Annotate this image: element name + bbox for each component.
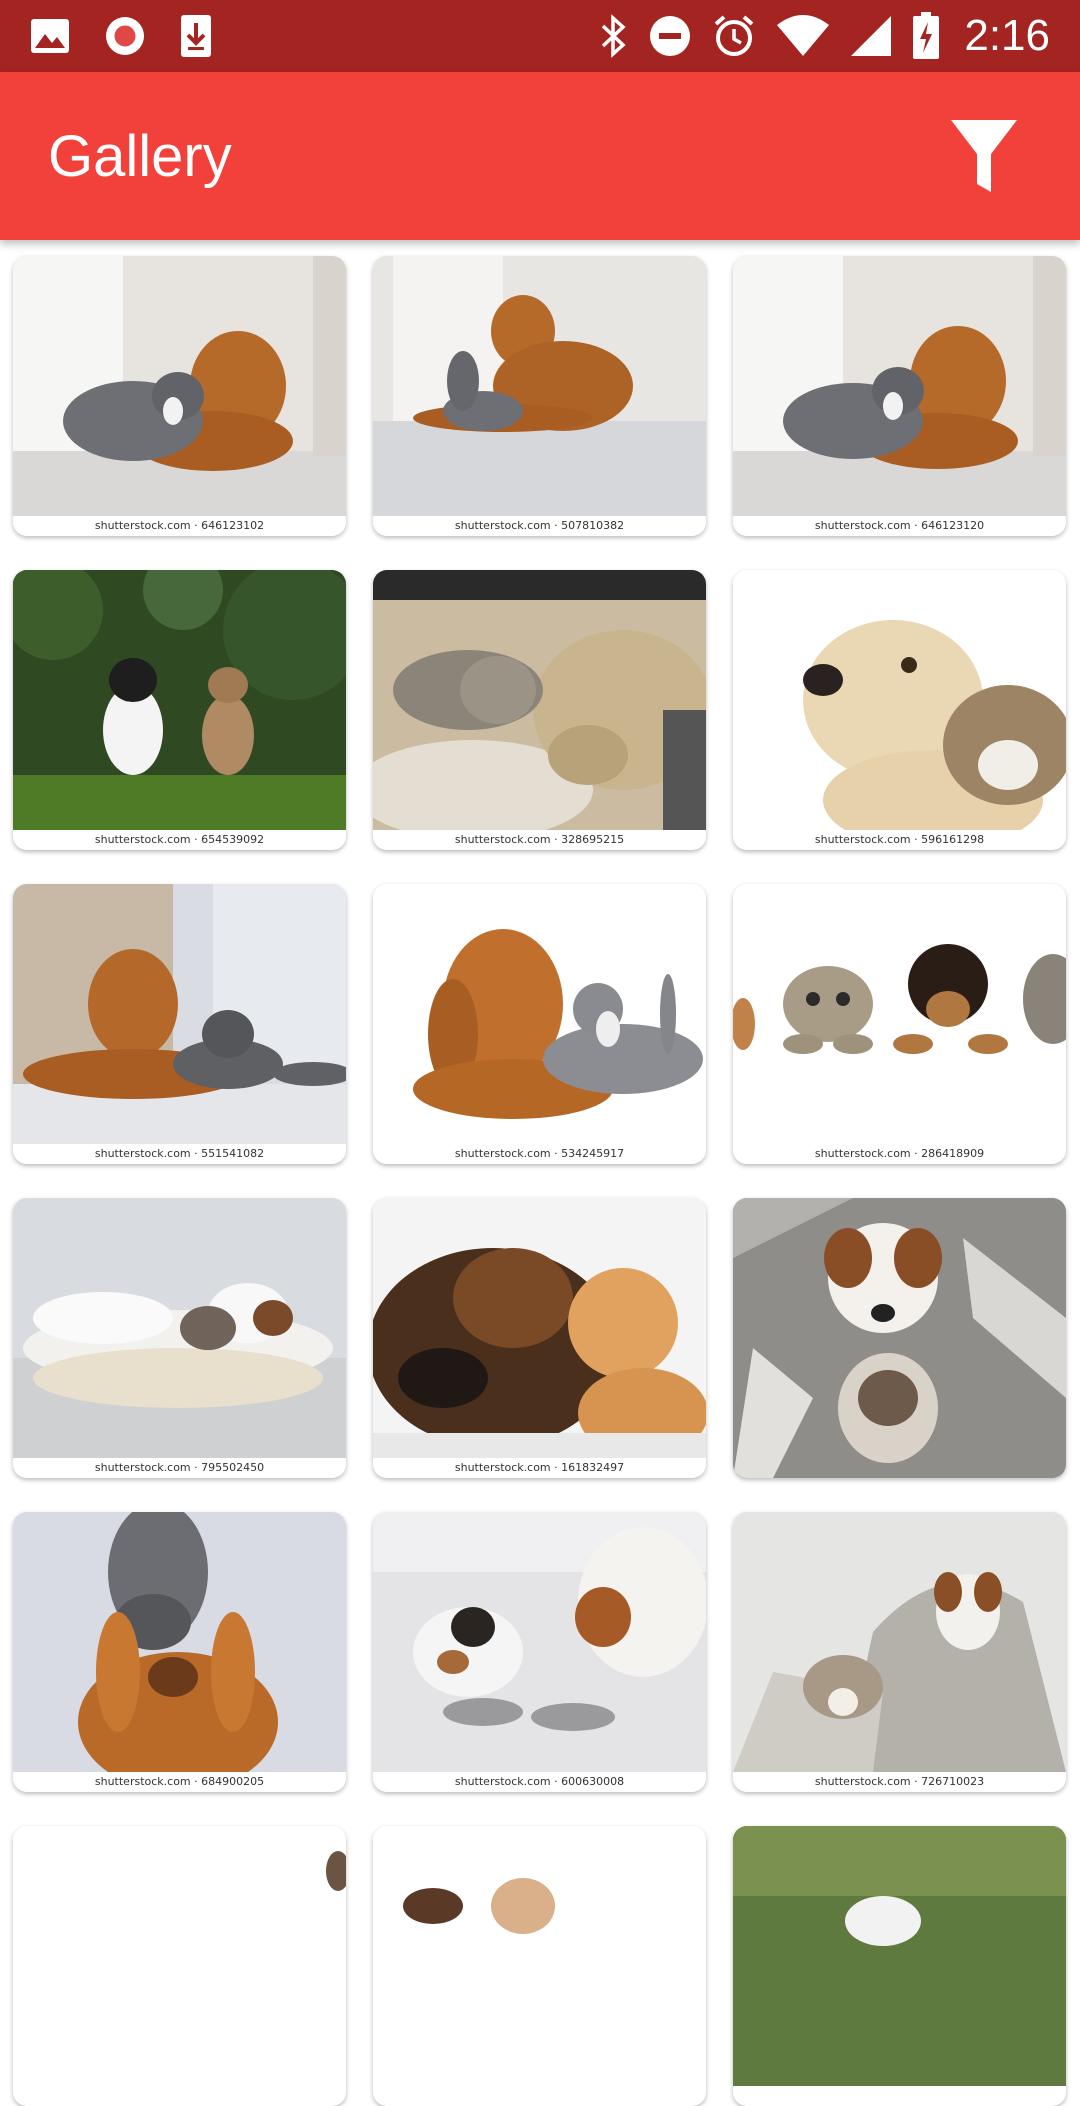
photo-caption: shutterstock.com · 646123102 (13, 516, 346, 536)
photo-thumbnail (733, 1512, 1066, 1772)
gallery-item[interactable]: shutterstock.com · 596161298 (733, 570, 1066, 850)
photo-caption: shutterstock.com · 596161298 (733, 830, 1066, 850)
record-icon (104, 15, 146, 57)
page-title: Gallery (48, 123, 232, 189)
photo-thumbnail (733, 884, 1066, 1144)
gallery-item[interactable]: shutterstock.com · 726710023 (733, 1512, 1066, 1792)
gallery-item[interactable] (373, 1826, 706, 2106)
wifi-icon (776, 15, 830, 57)
gallery-item[interactable] (733, 1198, 1066, 1478)
battery-charging-icon (912, 12, 940, 60)
photo-caption: shutterstock.com · 328695215 (373, 830, 706, 850)
photo-thumbnail (13, 256, 346, 516)
photo-caption: shutterstock.com · 534245917 (373, 1144, 706, 1164)
signal-icon (850, 15, 892, 57)
photo-thumbnail (373, 1198, 706, 1458)
photo-caption: shutterstock.com · 286418909 (733, 1144, 1066, 1164)
download-icon (180, 14, 212, 58)
photo-caption: shutterstock.com · 654539092 (13, 830, 346, 850)
gallery-item[interactable] (733, 1826, 1066, 2106)
gallery-item[interactable] (13, 1826, 346, 2106)
photo-thumbnail (373, 1826, 706, 2086)
gallery-item[interactable]: shutterstock.com · 600630008 (373, 1512, 706, 1792)
bluetooth-icon (598, 14, 628, 58)
gallery-item[interactable]: shutterstock.com · 684900205 (13, 1512, 346, 1792)
clock: 2:16 (964, 11, 1050, 60)
photo-caption: shutterstock.com · 507810382 (373, 516, 706, 536)
image-icon (30, 18, 70, 54)
photo-caption: shutterstock.com · 161832497 (373, 1458, 706, 1478)
app-bar: Gallery (0, 72, 1080, 240)
gallery-item[interactable]: shutterstock.com · 646123120 (733, 256, 1066, 536)
photo-thumbnail (733, 256, 1066, 516)
photo-thumbnail (373, 570, 706, 830)
photo-thumbnail (13, 1512, 346, 1772)
alarm-icon (712, 14, 756, 58)
notification-icons (30, 14, 212, 58)
photo-grid: shutterstock.com · 646123102 shutterstoc… (13, 256, 1067, 2106)
gallery-item[interactable]: shutterstock.com · 646123102 (13, 256, 346, 536)
photo-caption: shutterstock.com · 795502450 (13, 1458, 346, 1478)
status-bar: 2:16 (0, 0, 1080, 72)
photo-caption: shutterstock.com · 551541082 (13, 1144, 346, 1164)
photo-thumbnail (373, 1512, 706, 1772)
gallery-item[interactable]: shutterstock.com · 328695215 (373, 570, 706, 850)
photo-thumbnail (373, 256, 706, 516)
filter-button[interactable] (936, 108, 1032, 204)
photo-thumbnail (733, 570, 1066, 830)
photo-thumbnail (13, 1198, 346, 1458)
photo-thumbnail (373, 884, 706, 1144)
photo-caption: shutterstock.com · 726710023 (733, 1772, 1066, 1792)
photo-thumbnail (13, 1826, 346, 2086)
filter-icon (951, 120, 1017, 192)
gallery-item[interactable]: shutterstock.com · 534245917 (373, 884, 706, 1164)
gallery-item[interactable]: shutterstock.com · 507810382 (373, 256, 706, 536)
photo-caption: shutterstock.com · 684900205 (13, 1772, 346, 1792)
photo-thumbnail (13, 884, 346, 1144)
do-not-disturb-icon (648, 14, 692, 58)
system-icons: 2:16 (598, 11, 1050, 61)
gallery-item[interactable]: shutterstock.com · 286418909 (733, 884, 1066, 1164)
gallery-item[interactable]: shutterstock.com · 551541082 (13, 884, 346, 1164)
photo-thumbnail (733, 1198, 1066, 1478)
photo-thumbnail (13, 570, 346, 830)
photo-thumbnail (733, 1826, 1066, 2086)
photo-caption: shutterstock.com · 600630008 (373, 1772, 706, 1792)
photo-caption: shutterstock.com · 646123120 (733, 516, 1066, 536)
gallery-item[interactable]: shutterstock.com · 654539092 (13, 570, 346, 850)
gallery-item[interactable]: shutterstock.com · 795502450 (13, 1198, 346, 1478)
gallery-item[interactable]: shutterstock.com · 161832497 (373, 1198, 706, 1478)
